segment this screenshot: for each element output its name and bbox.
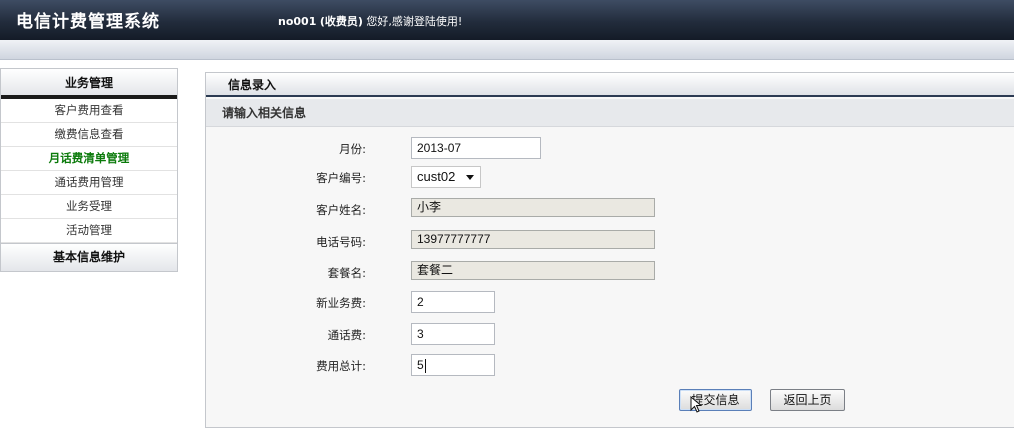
sidebar-item-activity-management[interactable]: 活动管理 xyxy=(1,219,177,243)
call-fee-label: 通话费: xyxy=(327,328,366,342)
new-business-fee-input[interactable]: 2 xyxy=(411,291,495,313)
form-row-package: 套餐名: 套餐二 xyxy=(206,261,1014,283)
sidebar: 业务管理 客户费用查看 缴费信息查看 月话费清单管理 通话费用管理 业务受理 活… xyxy=(0,68,178,272)
sub-header-bar xyxy=(0,40,1014,60)
form-row-call-fee: 通话费: 3 xyxy=(206,323,1014,345)
package-label: 套餐名: xyxy=(327,266,366,280)
total-fee-input[interactable]: 5 xyxy=(411,354,495,376)
month-input[interactable]: 2013-07 xyxy=(411,137,541,159)
sidebar-header-basic-info[interactable]: 基本信息维护 xyxy=(1,243,177,271)
dropdown-arrow-icon xyxy=(466,175,474,180)
text-caret xyxy=(424,358,426,373)
month-label: 月份: xyxy=(339,142,366,156)
customer-name-label: 客户姓名: xyxy=(316,203,366,217)
submit-button[interactable]: 提交信息 xyxy=(679,389,752,413)
new-business-fee-label: 新业务费: xyxy=(316,296,366,310)
form-row-total-fee: 费用总计: 5 xyxy=(206,354,1014,376)
user-id: no001 xyxy=(278,15,317,28)
phone-label: 电话号码: xyxy=(316,235,366,249)
customer-id-label: 客户编号: xyxy=(316,171,366,185)
sidebar-item-customer-fees[interactable]: 客户费用查看 xyxy=(1,99,177,123)
package-field[interactable]: 套餐二 xyxy=(411,261,655,280)
phone-field[interactable]: 13977777777 xyxy=(411,230,655,249)
sidebar-header-business[interactable]: 业务管理 xyxy=(1,69,177,99)
back-button[interactable]: 返回上页 xyxy=(770,389,845,411)
app-title: 电信计费管理系统 xyxy=(16,12,160,32)
form-row-month: 月份: 2013-07 xyxy=(206,137,1014,159)
top-header-bar: 电信计费管理系统 no001 (收费员) 您好,感谢登陆使用! xyxy=(0,0,1014,40)
form-row-customer-id: 客户编号: cust02 xyxy=(206,166,1014,188)
total-fee-value: 5 xyxy=(417,358,424,372)
customer-id-value: cust02 xyxy=(417,169,456,184)
sidebar-item-payment-info[interactable]: 缴费信息查看 xyxy=(1,123,177,147)
mouse-pointer-icon xyxy=(690,396,703,413)
sidebar-item-call-fees[interactable]: 通话费用管理 xyxy=(1,171,177,195)
form-row-new-business-fee: 新业务费: 2 xyxy=(206,291,1014,313)
content-panel: 信息录入 请输入相关信息 月份: 2013-07 客户编号: cust02 客户… xyxy=(205,72,1014,428)
form-row-phone: 电话号码: 13977777777 xyxy=(206,230,1014,252)
total-fee-label: 费用总计: xyxy=(316,359,366,373)
welcome-message: no001 (收费员) 您好,感谢登陆使用! xyxy=(278,13,462,29)
customer-name-field[interactable]: 小李 xyxy=(411,198,655,217)
sidebar-item-business-acceptance[interactable]: 业务受理 xyxy=(1,195,177,219)
greeting-text: 您好,感谢登陆使用! xyxy=(366,15,463,28)
form-row-customer-name: 客户姓名: 小李 xyxy=(206,198,1014,220)
content-header: 信息录入 xyxy=(206,73,1014,97)
customer-id-select[interactable]: cust02 xyxy=(411,166,481,188)
section-title: 请输入相关信息 xyxy=(206,99,1014,127)
sidebar-item-monthly-bill[interactable]: 月话费清单管理 xyxy=(1,147,177,171)
call-fee-input[interactable]: 3 xyxy=(411,323,495,345)
user-role: (收费员) xyxy=(319,15,363,28)
